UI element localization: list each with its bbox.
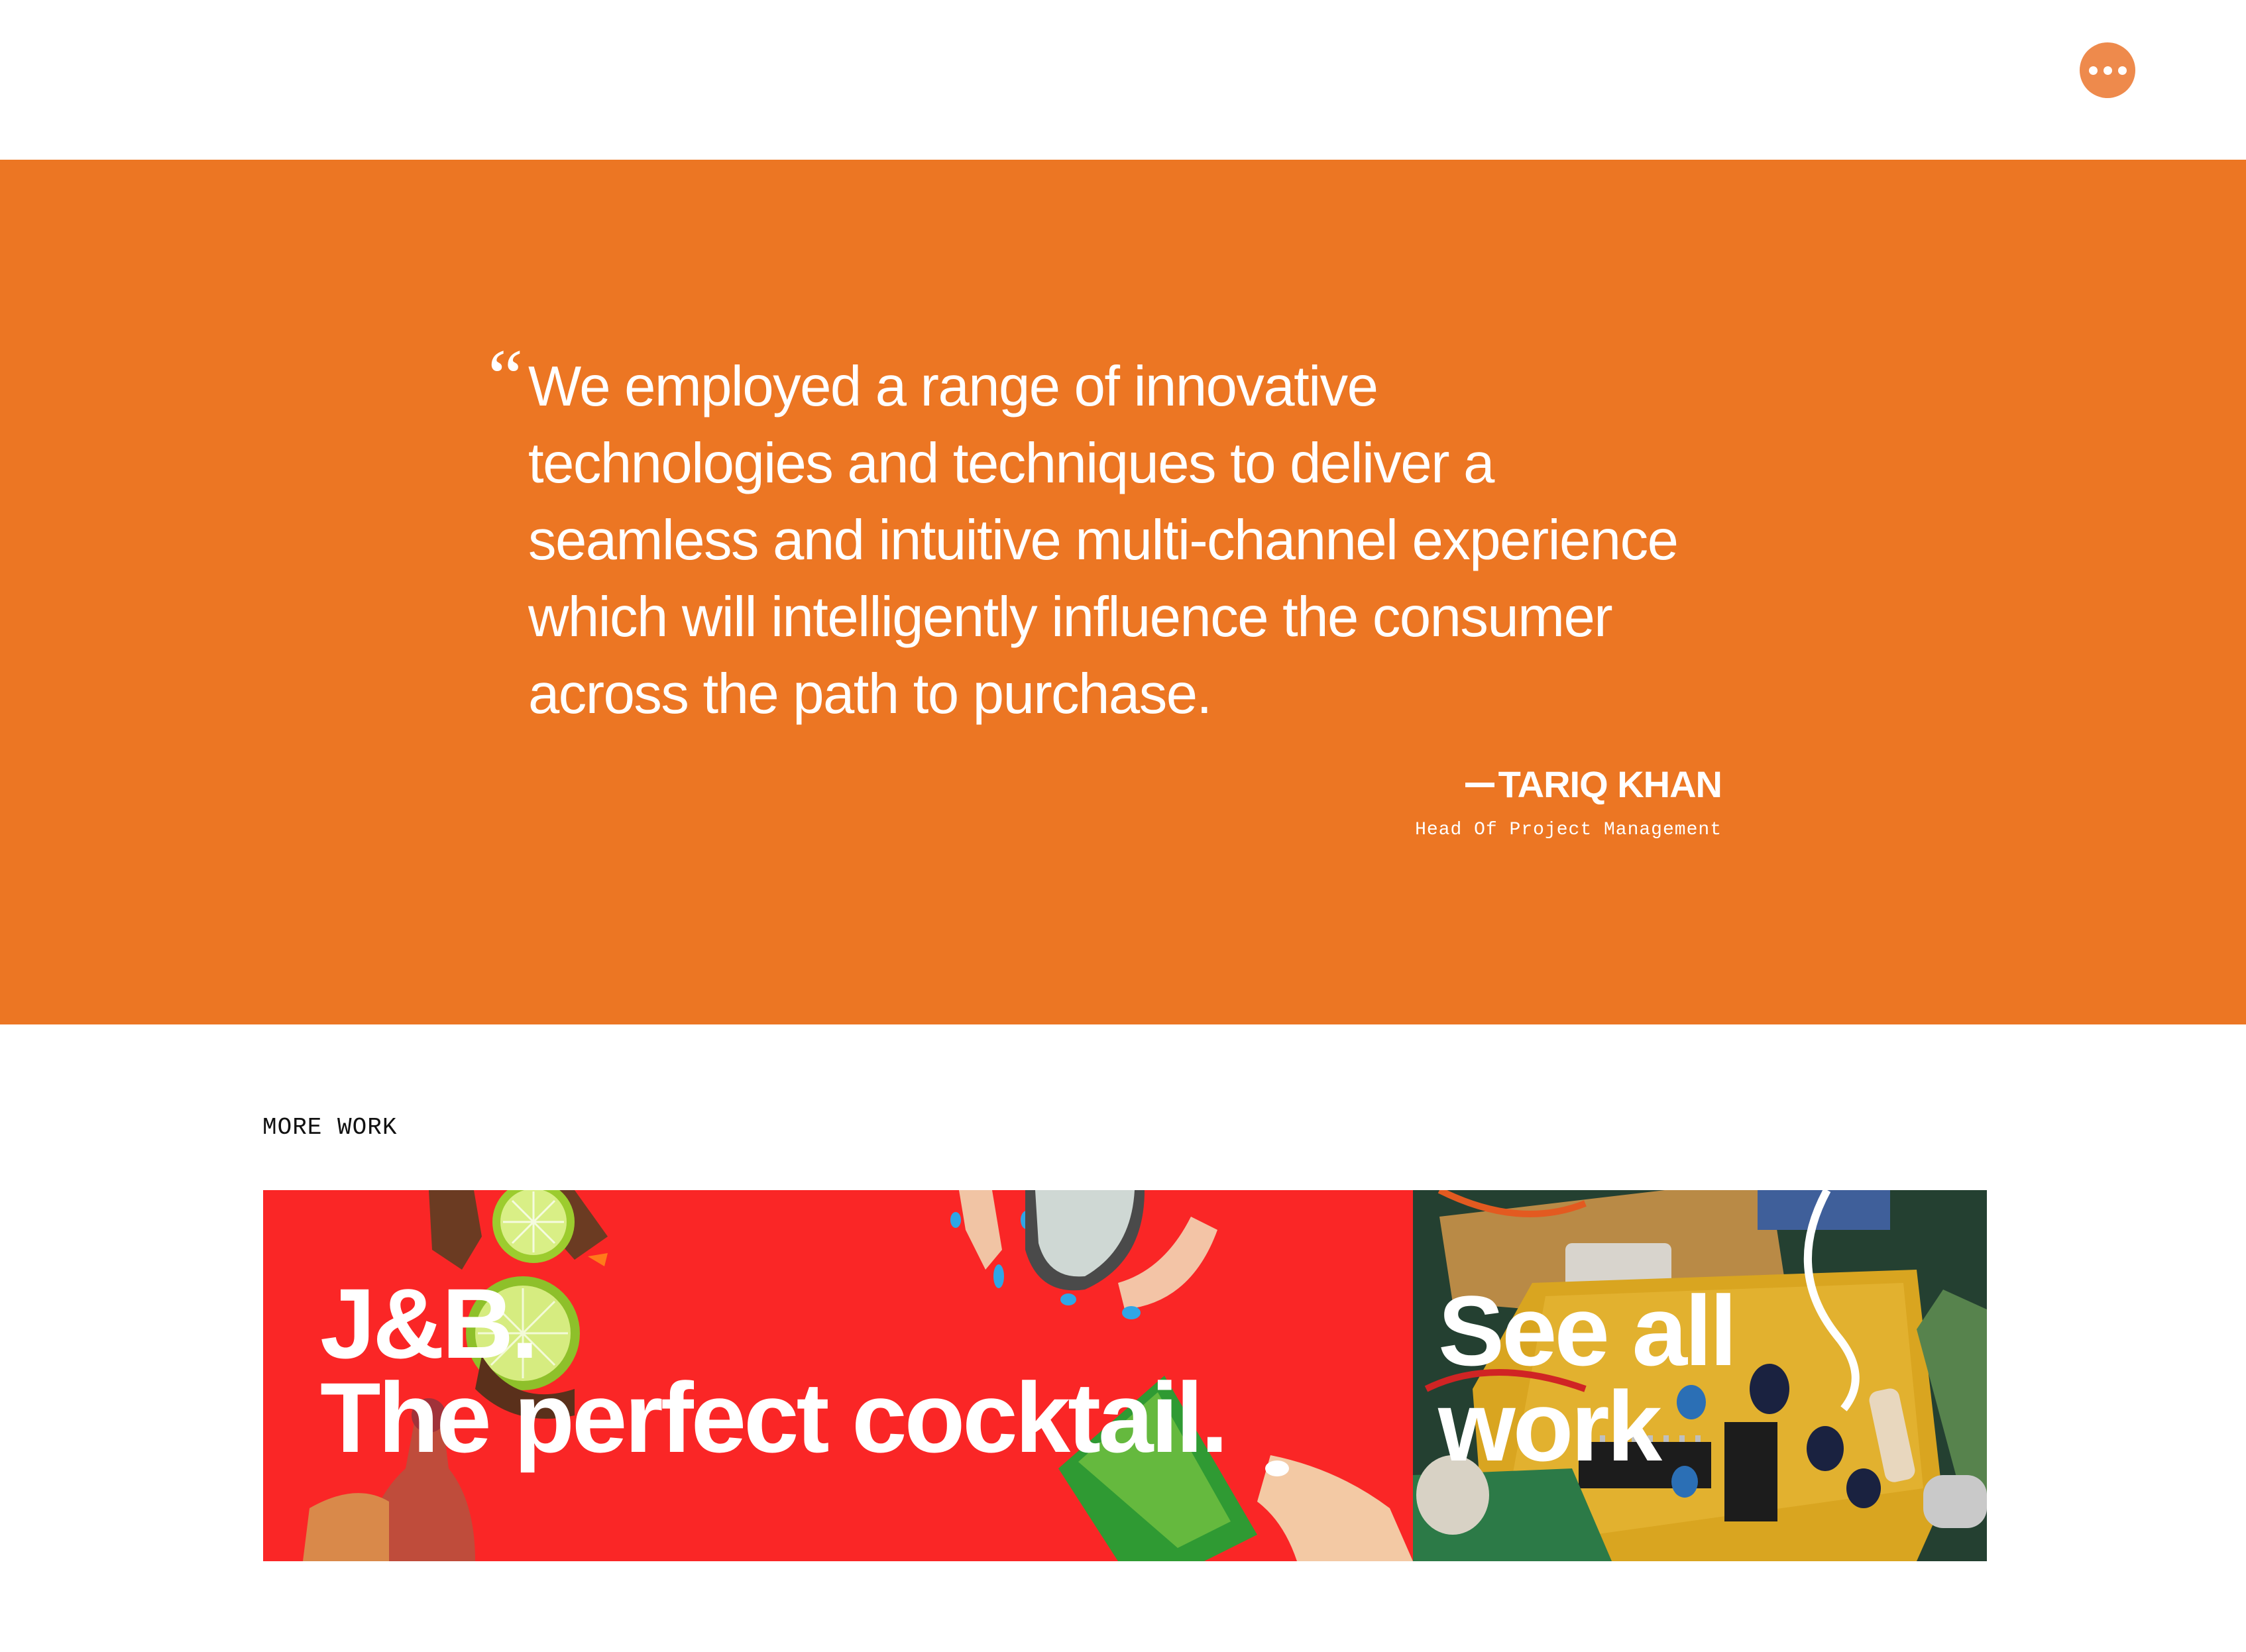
quote-author: TARIQ KHAN Head Of Project Management — [1415, 761, 1722, 842]
quote-line: technologies and techniques to deliver a — [528, 432, 1494, 495]
title-line: See all — [1438, 1275, 1737, 1386]
testimonial-quote: We employed a range of innovative techno… — [528, 349, 1741, 733]
see-all-work-title: See all work — [1438, 1275, 1737, 1482]
quote-line: across the path to purchase. — [528, 663, 1212, 726]
more-dots-icon — [2117, 66, 2127, 75]
see-all-work-card[interactable]: See all work — [1413, 1190, 1987, 1561]
more-dots-icon — [2088, 66, 2098, 75]
project-card-title: J&B. The perfect cocktail. — [320, 1268, 1228, 1473]
menu-button[interactable] — [2080, 42, 2135, 98]
more-work-cards: J&B. The perfect cocktail. See all work — [263, 1190, 1987, 1561]
project-card-jb[interactable]: J&B. The perfect cocktail. — [263, 1190, 1413, 1561]
more-work-heading: MORE WORK — [262, 1114, 398, 1141]
quote-line: seamless and intuitive multi-channel exp… — [528, 509, 1679, 572]
author-role: Head Of Project Management — [1415, 820, 1722, 840]
title-line: work — [1438, 1370, 1662, 1482]
testimonial-section: “ We employed a range of innovative tech… — [0, 160, 2246, 1024]
title-line: The perfect cocktail. — [320, 1362, 1228, 1473]
author-name-row: TARIQ KHAN — [1415, 761, 1722, 808]
title-line: J&B. — [320, 1268, 539, 1379]
quote-line: which will intelligently influence the c… — [528, 586, 1613, 649]
quote-line: We employed a range of innovative — [528, 355, 1378, 418]
author-name: TARIQ KHAN — [1498, 763, 1722, 805]
top-bar — [0, 0, 2246, 160]
em-dash-icon — [1465, 782, 1494, 787]
more-dots-icon — [2103, 66, 2112, 75]
quote-mark-icon: “ — [488, 333, 524, 421]
